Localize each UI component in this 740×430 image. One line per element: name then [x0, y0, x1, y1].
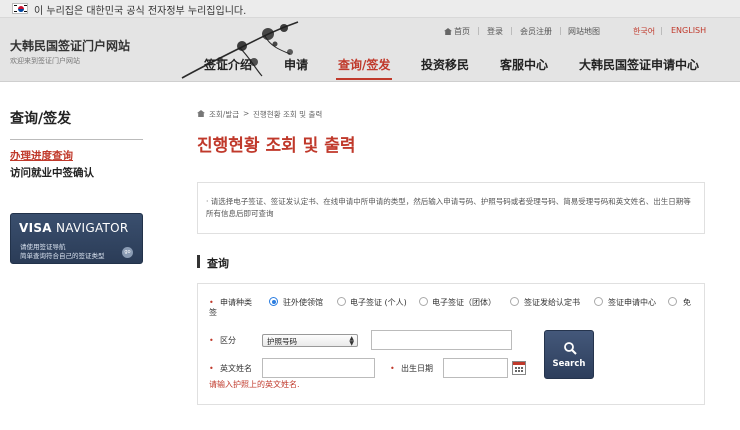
lang-korean-link[interactable]: 한국어: [633, 26, 655, 37]
home-icon: [444, 28, 452, 35]
sidebar-item-lottery-confirm[interactable]: 访问就业中签确认: [10, 165, 94, 180]
section-marker: [197, 255, 200, 268]
info-box: · 请选择电子签证、签证发认定书、在线申请中所申请的类型，然后输入申请号码、护照…: [197, 182, 705, 234]
radio-application-center-label[interactable]: 签证申请中心: [608, 297, 656, 308]
english-name-input[interactable]: [262, 358, 375, 378]
visa-navigator-line2: 简单查询符合自己的签证类型: [20, 252, 105, 260]
english-name-label: 英文姓名: [220, 364, 252, 373]
nav-active-indicator: [336, 78, 392, 80]
division-selected-value: 护照号码: [267, 337, 297, 346]
util-divider: [511, 27, 512, 35]
site-title[interactable]: 大韩民国签证门户网站: [10, 37, 130, 54]
nav-investment-immigration[interactable]: 投资移民: [421, 56, 469, 73]
radio-embassy-label[interactable]: 驻外使领馆: [283, 297, 323, 308]
gov-banner: 이 누리집은 대한민국 공식 전자정부 누리집입니다.: [0, 0, 740, 18]
sitemap-link[interactable]: 网站地图: [568, 26, 600, 37]
site-subtitle: 欢迎来到签证门户网站: [10, 57, 80, 65]
dob-input[interactable]: [443, 358, 508, 378]
breadcrumb-home-icon[interactable]: [197, 110, 205, 117]
magnifier-icon: [564, 342, 577, 355]
radio-evisa-personal-label[interactable]: 电子签证 (个人): [350, 297, 407, 308]
search-button-label: Search: [552, 359, 586, 369]
visa-navigator-banner[interactable]: VISA NAVIGATOR 请使用签证导航 简单查询符合自己的签证类型 go: [10, 213, 143, 264]
site-header: 大韩民国签证门户网站 欢迎来到签证门户网站 首页 登录 会员注册 网站地图 한국…: [0, 18, 740, 82]
radio-embassy[interactable]: [269, 297, 278, 306]
nav-inquiry-issue[interactable]: 查询/签发: [338, 56, 390, 73]
calendar-icon[interactable]: [512, 361, 526, 375]
breadcrumb-current: 진행현황 조회 및 출력: [253, 110, 323, 119]
division-label: 区分: [220, 336, 236, 345]
required-mark: •: [390, 364, 395, 373]
breadcrumb-item[interactable]: 조회/발급: [209, 109, 239, 120]
nav-customer-center[interactable]: 客服中心: [500, 56, 548, 73]
error-message: 请输入护照上的英文姓名.: [209, 380, 300, 389]
section-title: 查询: [207, 257, 229, 270]
home-link[interactable]: 首页: [444, 26, 470, 37]
gov-banner-text: 이 누리집은 대한민국 공식 전자정부 누리집입니다.: [34, 6, 247, 17]
util-divider: [661, 27, 662, 35]
sidebar-title: 查询/签发: [10, 111, 72, 127]
nav-visa-intro[interactable]: 签证介绍: [204, 56, 252, 73]
lang-english-link[interactable]: ENGLISH: [671, 26, 706, 35]
search-button[interactable]: Search: [544, 330, 594, 379]
apply-type-label-tail: 签: [209, 308, 217, 317]
required-mark: •: [209, 336, 214, 345]
info-text: · 请选择电子签证、签证发认定书、在线申请中所申请的类型，然后输入申请号码、护照…: [206, 197, 691, 218]
nav-visa-application-center[interactable]: 大韩民国签证申请中心: [579, 56, 699, 73]
sidebar-item-progress-inquiry[interactable]: 办理进度查询: [10, 148, 73, 163]
select-arrows-icon: ▲ ▼: [349, 335, 354, 347]
nav-apply[interactable]: 申请: [284, 56, 308, 73]
radio-confirmation[interactable]: [510, 297, 519, 306]
radio-visa-free[interactable]: [668, 297, 677, 306]
dob-label: 出生日期: [401, 364, 433, 373]
passport-number-input[interactable]: [371, 330, 512, 350]
join-link[interactable]: 会员注册: [520, 26, 552, 37]
util-divider: [560, 27, 561, 35]
radio-evisa-group-label[interactable]: 电子签证（团体）: [432, 297, 496, 308]
radio-confirmation-label[interactable]: 签证发给认定书: [524, 297, 580, 308]
radio-application-center[interactable]: [594, 297, 603, 306]
page-title: 진행현황 조회 및 출력: [197, 136, 356, 156]
visa-navigator-title: VISA NAVIGATOR: [19, 221, 129, 235]
required-mark: •: [209, 298, 214, 307]
util-divider: [478, 27, 479, 35]
radio-evisa-personal[interactable]: [337, 297, 346, 306]
radio-visa-free-label[interactable]: 免: [683, 297, 691, 308]
sidebar-divider: [10, 139, 143, 140]
required-mark: •: [209, 364, 214, 373]
division-select[interactable]: 护照号码 ▲ ▼: [262, 334, 358, 347]
radio-evisa-group[interactable]: [419, 297, 428, 306]
breadcrumb-separator: >: [243, 109, 250, 118]
apply-type-label: 申请种类: [220, 298, 252, 307]
go-icon: go: [122, 247, 133, 258]
login-link[interactable]: 登录: [487, 26, 503, 37]
korea-flag-icon: [12, 3, 28, 14]
